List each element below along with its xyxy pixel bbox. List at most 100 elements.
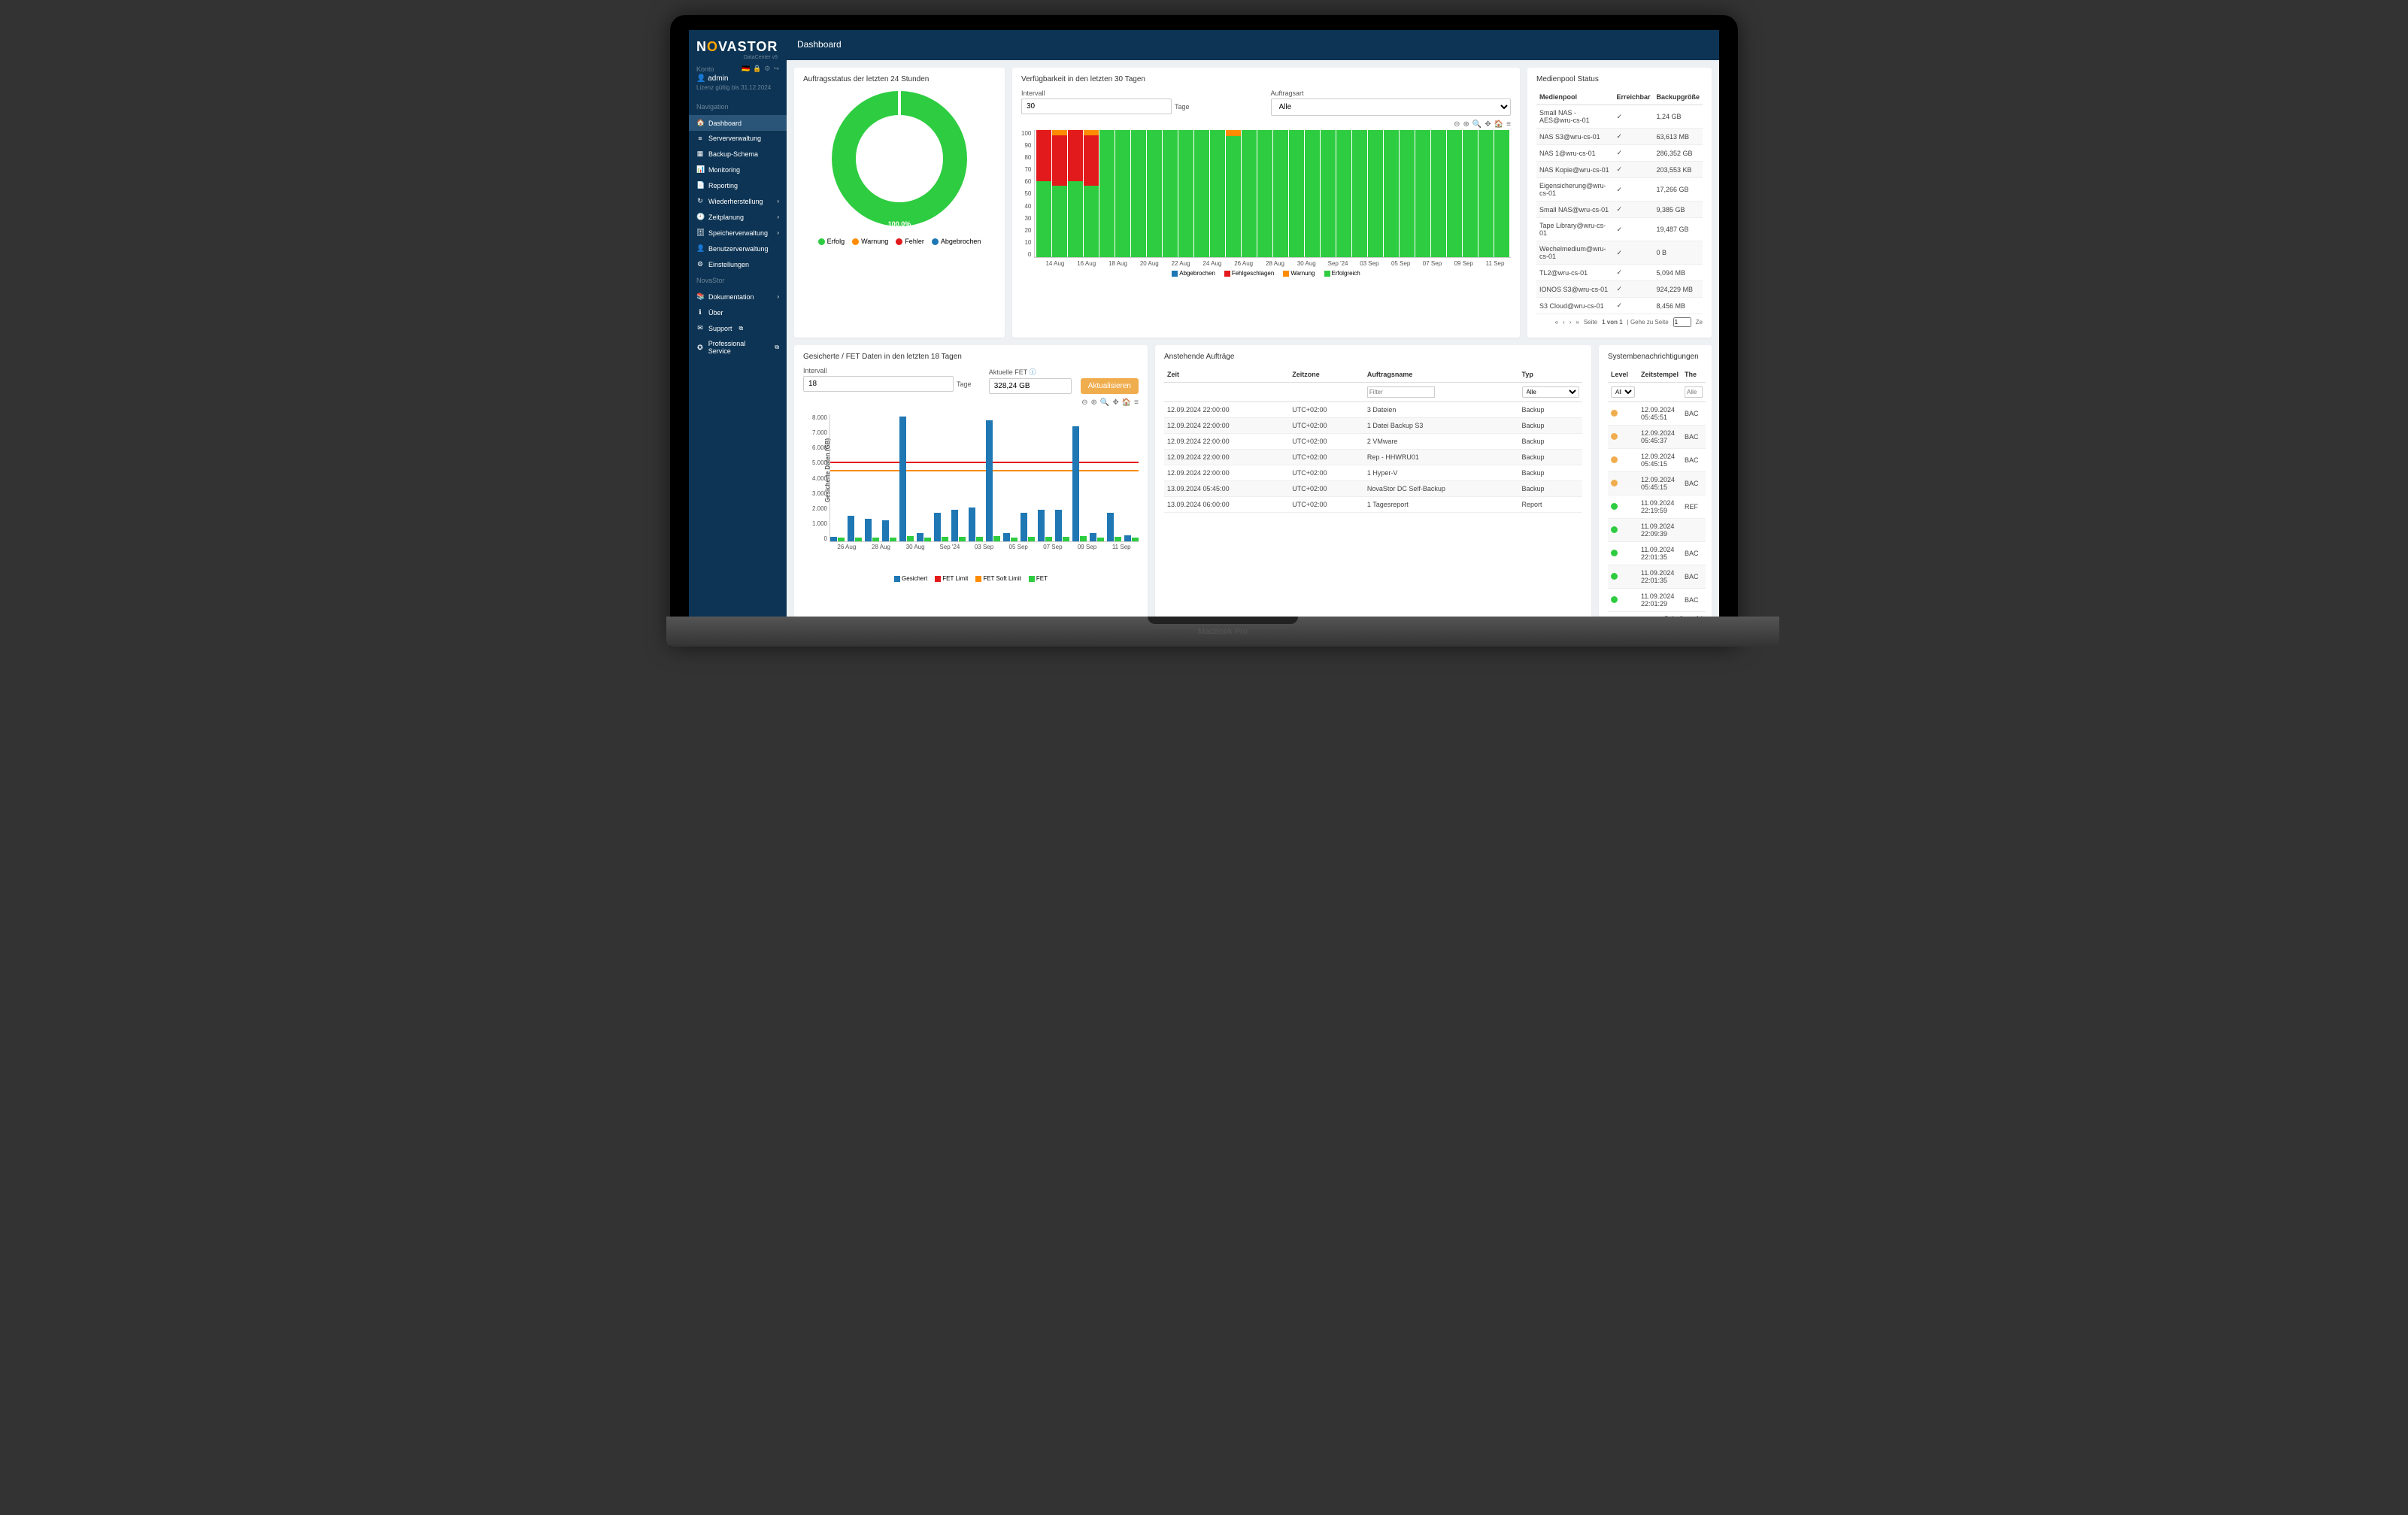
table-header[interactable]: Zeitstempel bbox=[1638, 367, 1682, 383]
info-icon[interactable]: ⓘ bbox=[1030, 368, 1036, 376]
table-row[interactable]: S3 Cloud@wru-cs-01✓8,456 MB bbox=[1536, 298, 1703, 314]
sidebar-item-einstellungen[interactable]: ⚙Einstellungen bbox=[689, 256, 787, 272]
status-dot-icon bbox=[1611, 480, 1618, 486]
table-header[interactable]: Zeit bbox=[1164, 367, 1289, 383]
sidebar-item-backup-schema[interactable]: ▦Backup-Schema bbox=[689, 146, 787, 162]
interval-label: Intervall bbox=[1021, 89, 1262, 97]
bar-column bbox=[1305, 130, 1320, 257]
sidebar-item-benutzerverwaltung[interactable]: 👤Benutzerverwaltung bbox=[689, 241, 787, 256]
table-row[interactable]: 13.09.2024 05:45:00UTC+02:00NovaStor DC … bbox=[1164, 481, 1582, 497]
table-row[interactable]: 12.09.2024 22:00:00UTC+02:002 VMwareBack… bbox=[1164, 434, 1582, 450]
table-row[interactable]: IONOS S3@wru-cs-01✓924,229 MB bbox=[1536, 281, 1703, 298]
bar-column bbox=[1415, 130, 1430, 257]
sidebar-item-monitoring[interactable]: 📊Monitoring bbox=[689, 162, 787, 177]
table-row[interactable]: 12.09.2024 22:00:00UTC+02:001 Hyper-VBac… bbox=[1164, 465, 1582, 481]
gear-icon[interactable]: ⚙ bbox=[764, 65, 770, 73]
table-row[interactable]: TL2@wru-cs-01✓5,094 MB bbox=[1536, 265, 1703, 281]
zoom-out-icon[interactable]: ⊖ bbox=[1081, 398, 1087, 407]
legend-item: Abgebrochen bbox=[932, 238, 981, 245]
table-row[interactable]: 11.09.2024 22:09:39 bbox=[1608, 519, 1706, 542]
table-row[interactable]: 13.09.2024 06:00:00UTC+02:001 Tagesrepor… bbox=[1164, 497, 1582, 513]
pager-prev-icon[interactable]: ‹ bbox=[1563, 319, 1565, 326]
table-header[interactable]: Erreichbar bbox=[1613, 89, 1653, 105]
sidebar-item-dokumentation[interactable]: 📚Dokumentation› bbox=[689, 289, 787, 305]
bar-column bbox=[1384, 130, 1399, 257]
sidebar-item-zeitplanung[interactable]: 🕘Zeitplanung› bbox=[689, 209, 787, 225]
fet-interval-input[interactable] bbox=[803, 376, 954, 392]
sidebar-item-support[interactable]: ✉Support⧉ bbox=[689, 320, 787, 336]
home-icon[interactable]: 🏠 bbox=[1122, 398, 1131, 407]
table-header[interactable]: Medienpool bbox=[1536, 89, 1613, 105]
table-row[interactable]: 12.09.2024 05:45:37BAC bbox=[1608, 426, 1706, 449]
table-header[interactable]: Backupgröße bbox=[1653, 89, 1703, 105]
table-row[interactable]: 12.09.2024 22:00:00UTC+02:003 DateienBac… bbox=[1164, 402, 1582, 418]
table-row[interactable]: Small NAS@wru-cs-01✓9,385 GB bbox=[1536, 201, 1703, 218]
notif-filter-input[interactable] bbox=[1685, 386, 1703, 398]
table-row[interactable]: Tape Library@wru-cs-01✓19,487 GB bbox=[1536, 218, 1703, 241]
table-header[interactable]: Level bbox=[1608, 367, 1638, 383]
home-icon[interactable]: 🏠 bbox=[1494, 120, 1503, 129]
nav-label: Wiederherstellung bbox=[708, 198, 763, 205]
nav-icon: 📄 bbox=[696, 181, 704, 189]
zoom-in-icon[interactable]: ⊕ bbox=[1090, 398, 1096, 407]
legend-item: Erfolg bbox=[818, 238, 845, 245]
table-row[interactable]: 12.09.2024 05:45:15BAC bbox=[1608, 472, 1706, 495]
sidebar-item-wiederherstellung[interactable]: ↻Wiederherstellung› bbox=[689, 193, 787, 209]
flag-icon[interactable]: 🇩🇪 bbox=[742, 65, 750, 73]
table-row[interactable]: NAS S3@wru-cs-01✓63,613 MB bbox=[1536, 129, 1703, 145]
table-row[interactable]: 12.09.2024 22:00:00UTC+02:00Rep - HHWRU0… bbox=[1164, 450, 1582, 465]
table-row[interactable]: 12.09.2024 22:00:00UTC+02:001 Datei Back… bbox=[1164, 418, 1582, 434]
bar-column bbox=[1194, 130, 1209, 257]
chevron-right-icon: › bbox=[777, 293, 779, 300]
lock-icon[interactable]: 🔒 bbox=[753, 65, 761, 73]
sidebar-item-professional-service[interactable]: ✪Professional Service⧉ bbox=[689, 336, 787, 359]
table-row[interactable]: 11.09.2024 22:01:35BAC bbox=[1608, 565, 1706, 589]
table-row[interactable]: 11.09.2024 22:01:29BAC bbox=[1608, 589, 1706, 612]
zoom-out-icon[interactable]: ⊖ bbox=[1454, 120, 1460, 129]
menu-icon[interactable]: ≡ bbox=[1134, 398, 1139, 407]
jobtype-select[interactable]: Alle bbox=[1271, 98, 1512, 116]
pager-goto-input[interactable] bbox=[1673, 317, 1691, 327]
table-row[interactable]: Wechelmedium@wru-cs-01✓0 B bbox=[1536, 241, 1703, 265]
table-row[interactable]: 11.09.2024 22:19:59REF bbox=[1608, 495, 1706, 519]
table-row[interactable]: Small NAS - AES@wru-cs-01✓1,24 GB bbox=[1536, 105, 1703, 129]
mediapool-pager[interactable]: « ‹ › » Seite 1 von 1 | Gehe zu Seite Ze bbox=[1536, 314, 1703, 330]
sidebar-item-reporting[interactable]: 📄Reporting bbox=[689, 177, 787, 193]
pan-icon[interactable]: ✥ bbox=[1112, 398, 1118, 407]
pager-first-icon[interactable]: « bbox=[1555, 319, 1558, 326]
bar-column bbox=[934, 414, 948, 541]
table-row[interactable]: 11.09.2024 22:01:35BAC bbox=[1608, 542, 1706, 565]
zoom-in-icon[interactable]: ⊕ bbox=[1463, 120, 1469, 129]
notif-level-select[interactable]: Alle bbox=[1611, 386, 1635, 398]
sidebar-item-dashboard[interactable]: 🏠Dashboard bbox=[689, 115, 787, 131]
card-job-status: Auftragsstatus der letzten 24 Stunden 10… bbox=[794, 68, 1005, 338]
topbar: Dashboard bbox=[787, 30, 1719, 60]
search-icon[interactable]: 🔍 bbox=[1100, 398, 1109, 407]
table-row[interactable]: 12.09.2024 05:45:15BAC bbox=[1608, 449, 1706, 472]
table-header[interactable]: The bbox=[1682, 367, 1706, 383]
table-header[interactable]: Zeitzone bbox=[1289, 367, 1364, 383]
table-row[interactable]: NAS 1@wru-cs-01✓286,352 GB bbox=[1536, 145, 1703, 162]
sidebar-item-über[interactable]: ℹÜber bbox=[689, 305, 787, 320]
pending-filter-input[interactable] bbox=[1367, 386, 1435, 398]
table-header[interactable]: Typ bbox=[1519, 367, 1582, 383]
table-row[interactable]: 12.09.2024 05:45:51BAC bbox=[1608, 402, 1706, 426]
table-row[interactable]: NAS Kopie@wru-cs-01✓203,553 KB bbox=[1536, 162, 1703, 178]
status-dot-icon bbox=[1611, 550, 1618, 556]
sidebar-item-speicherverwaltung[interactable]: 🗄Speicherverwaltung› bbox=[689, 225, 787, 241]
refresh-button[interactable]: Aktualisieren bbox=[1081, 378, 1139, 394]
brand-logo: NOVASTOR bbox=[696, 39, 779, 55]
pager-next-icon[interactable]: › bbox=[1569, 319, 1572, 326]
fet-current-value bbox=[989, 378, 1072, 394]
logout-icon[interactable]: ↪ bbox=[773, 65, 779, 73]
table-row[interactable]: Eigensicherung@wru-cs-01✓17,266 GB bbox=[1536, 178, 1703, 201]
table-header[interactable]: Auftragsname bbox=[1364, 367, 1519, 383]
interval-input[interactable] bbox=[1021, 98, 1172, 114]
pager-last-icon[interactable]: » bbox=[1576, 319, 1579, 326]
pan-icon[interactable]: ✥ bbox=[1485, 120, 1491, 129]
menu-icon[interactable]: ≡ bbox=[1506, 120, 1511, 129]
search-icon[interactable]: 🔍 bbox=[1472, 120, 1481, 129]
bar-column bbox=[1163, 130, 1178, 257]
pending-type-select[interactable]: Alle bbox=[1522, 386, 1579, 398]
sidebar-item-serververwaltung[interactable]: ≡Serververwaltung bbox=[689, 131, 787, 146]
